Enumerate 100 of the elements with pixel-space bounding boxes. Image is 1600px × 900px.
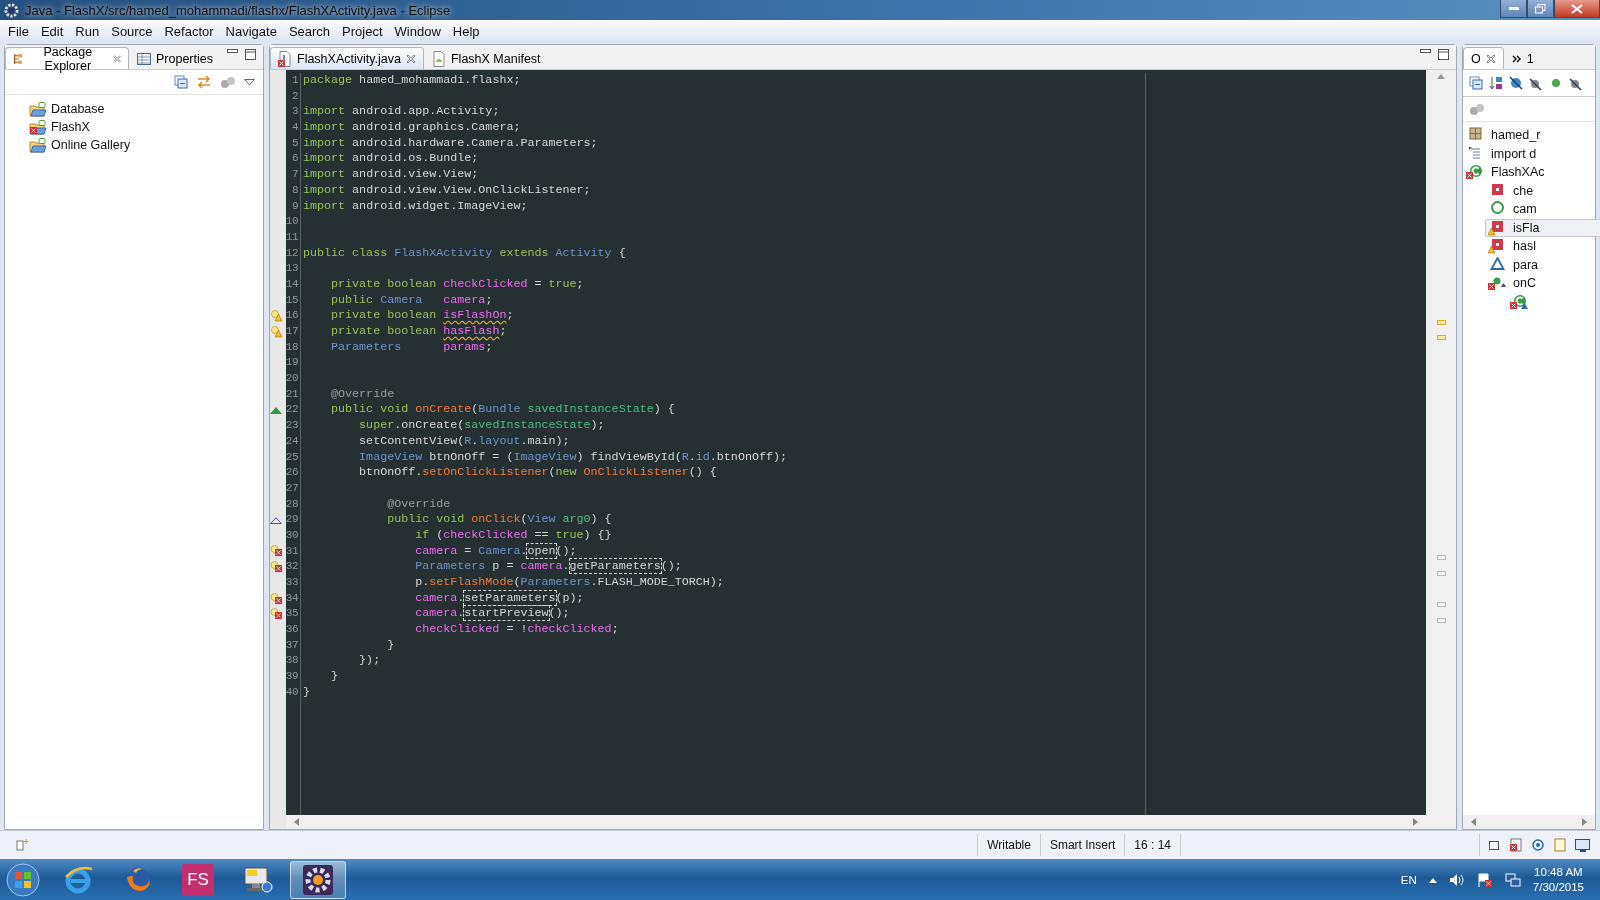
menu-item[interactable]: Help (446, 23, 486, 39)
fox-globe-icon (123, 865, 153, 895)
outline-label: onC (1513, 276, 1536, 291)
menu-item[interactable]: Refactor (158, 23, 220, 39)
menu-item[interactable]: Window (388, 23, 447, 39)
outline-item[interactable]: para (1485, 255, 1600, 274)
outline-label: isFla (1513, 220, 1540, 235)
line-number: 15 (285, 292, 298, 308)
view-tab[interactable]: 1 (1503, 47, 1542, 69)
outline-item[interactable]: FlashXAc (1463, 163, 1600, 182)
close-icon (1571, 3, 1583, 14)
menu-item[interactable]: File (2, 23, 35, 39)
line-number: 36 (285, 622, 298, 638)
collapse-all-icon[interactable] (1469, 76, 1483, 90)
line-number: 5 (291, 135, 298, 151)
code-line: @Override (386, 496, 452, 513)
line-number: 39 (285, 669, 298, 685)
outline-item[interactable]: onC (1485, 274, 1600, 293)
line-number: 16 (285, 308, 298, 324)
manifest-file-icon (431, 50, 446, 67)
language-indicator[interactable]: EN (1400, 874, 1417, 886)
code-line: } (386, 637, 396, 654)
code-line: public void onCreate(Bundle savedInstanceState) { (330, 402, 676, 419)
dot-icon[interactable] (1549, 76, 1563, 90)
line-number: 22 (285, 402, 298, 418)
sort-icon[interactable] (1489, 76, 1503, 90)
warning-marker[interactable] (1436, 319, 1446, 325)
clock-time[interactable]: 10:48 AM (1534, 865, 1583, 880)
error-marker[interactable] (1436, 554, 1446, 560)
close-icon[interactable] (405, 53, 416, 64)
outline-item[interactable]: cam (1485, 200, 1600, 219)
outline-label: para (1513, 257, 1539, 272)
error-log-icon[interactable] (1509, 838, 1523, 852)
error-marker[interactable] (1436, 570, 1446, 576)
menu-item[interactable]: Source (105, 23, 159, 39)
taskbar-button[interactable]: FS (170, 861, 226, 899)
scroll-right-icon[interactable] (1582, 818, 1587, 826)
clock-date[interactable]: 7/30/2015 (1532, 880, 1584, 895)
status-field: Writable (977, 834, 1040, 856)
tree-item[interactable]: Database (51, 102, 105, 116)
menu-item[interactable]: Project (336, 23, 389, 39)
console-icon[interactable] (1575, 838, 1591, 852)
taskbar-button[interactable] (290, 861, 346, 899)
view-tab[interactable]: O (1463, 47, 1504, 69)
scroll-left-icon[interactable] (1471, 818, 1476, 826)
editor-tab[interactable]: FlashXActivity.java (270, 47, 424, 69)
warning-marker[interactable] (1436, 335, 1446, 341)
gear-icon (301, 863, 335, 897)
tree-item[interactable]: FlashX (51, 120, 90, 134)
view-menu-icon[interactable] (244, 78, 255, 86)
scroll-right-icon[interactable] (1413, 818, 1418, 826)
error-marker[interactable] (1436, 617, 1446, 623)
code-line: @Override (330, 386, 396, 403)
code-line: super.onCreate(savedInstanceState); (358, 418, 606, 434)
implements-icon (270, 516, 282, 524)
speaker-icon[interactable] (1448, 873, 1465, 887)
code-line: p.setFlashMode(Parameters.FLASH_MODE_TORCH); (414, 575, 725, 591)
menu-item[interactable]: Navigate (219, 23, 283, 39)
show-hidden-icon[interactable] (1428, 877, 1437, 883)
close-button[interactable] (1554, 0, 1600, 18)
line-number: 29 (285, 512, 298, 528)
code-line: import android.view.View.OnClickListener; (303, 182, 592, 199)
minimize-button[interactable] (1500, 0, 1527, 18)
line-number: 14 (285, 276, 298, 292)
restore-button[interactable] (1527, 0, 1554, 18)
scroll-up-icon[interactable] (1437, 74, 1445, 79)
code-line: Parameters params; (330, 339, 494, 356)
menu-item[interactable]: Edit (34, 23, 70, 39)
menu-item[interactable]: Search (282, 23, 337, 39)
code-line: import android.os.Bundle; (303, 151, 480, 168)
outline-item[interactable]: import d (1463, 144, 1600, 163)
hide-local-icon[interactable] (1569, 76, 1583, 90)
override-icon (270, 406, 282, 414)
menu-item[interactable]: Run (69, 23, 106, 39)
line-number: 33 (285, 575, 298, 590)
view-tab[interactable]: Properties (129, 47, 221, 69)
maximize-icon[interactable] (1438, 48, 1450, 61)
tree-item[interactable]: Online Gallery (51, 138, 131, 152)
maximize-icon[interactable] (245, 48, 257, 61)
hide-static-icon[interactable] (1529, 76, 1543, 90)
close-icon[interactable] (1485, 53, 1496, 64)
outline-item[interactable]: isFla (1485, 218, 1600, 237)
editor-tab[interactable]: FlashX Manifest (423, 47, 549, 69)
link-arrows-icon[interactable] (196, 75, 212, 89)
outline-item[interactable]: che (1485, 181, 1600, 200)
hide-fields-icon[interactable] (1509, 76, 1523, 90)
code-line: btnOnOff.setOnClickListener(new OnClickListener() { (358, 465, 718, 481)
status-field: 16 : 14 (1124, 834, 1180, 856)
flag-icon[interactable] (1476, 873, 1493, 887)
network-icon[interactable] (1504, 873, 1521, 887)
warning-icon (270, 310, 283, 323)
error-marker[interactable] (1436, 602, 1446, 608)
window-icon[interactable] (1489, 839, 1501, 851)
outline-item[interactable]: hamed_r (1463, 126, 1600, 145)
line-number: 9 (291, 198, 298, 214)
java-file-icon (278, 50, 292, 67)
collapse-all-icon[interactable] (174, 75, 188, 89)
outline-item[interactable]: hasl (1485, 237, 1600, 256)
status-field: Smart Insert (1039, 834, 1125, 856)
scroll-left-icon[interactable] (294, 818, 299, 826)
